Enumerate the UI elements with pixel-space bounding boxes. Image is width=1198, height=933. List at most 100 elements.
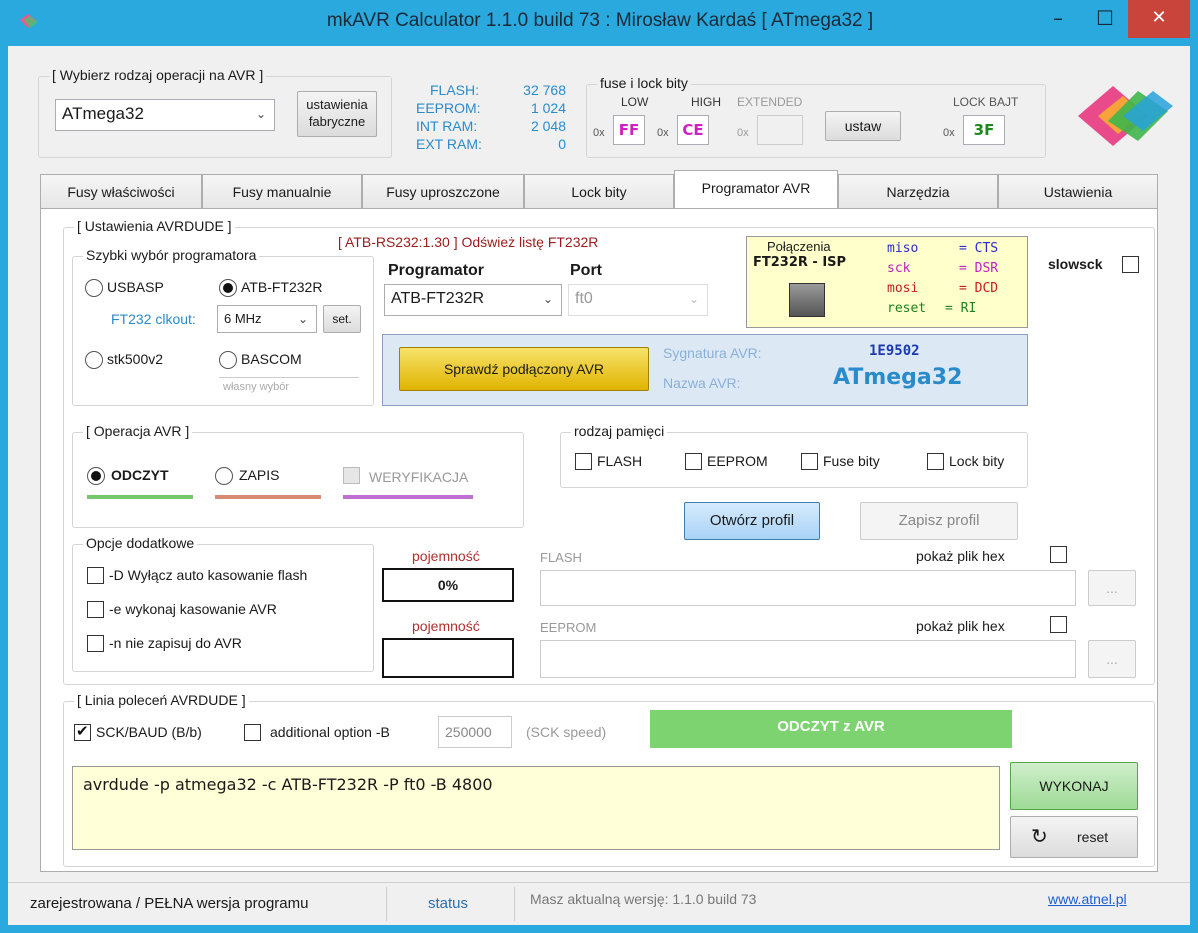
verify-checkbox[interactable] [343,467,360,484]
device-info-text[interactable]: [ ATB-RS232:1.30 ] Odśwież listę FT232R [338,234,598,250]
memory-lock-checkbox[interactable] [927,453,944,470]
option-n-checkbox[interactable] [87,635,104,652]
programmer-select[interactable]: ATB-FT232R ⌄ [384,284,562,316]
avr-name-value: ATmega32 [833,365,963,390]
slowsck-checkbox[interactable] [1122,256,1139,273]
radio-bascom[interactable] [219,351,237,369]
additional-option-label: additional option -B [270,724,390,740]
flash-browse-button[interactable]: ... [1088,570,1136,606]
signature-label: Sygnatura AVR: [663,345,762,361]
programmer-label: Programator [388,262,485,279]
option-n-label: -n nie zapisuj do AVR [109,635,242,651]
execute-button[interactable]: WYKONAJ [1010,762,1138,810]
tab-lock-bits[interactable]: Lock bity [524,174,674,208]
tab-fuse-manual[interactable]: Fusy manualnie [202,174,362,208]
conn-sig-sck: = DSR [959,261,999,276]
avr-operation-group: [ Operacja AVR ] ODCZYT ZAPIS WERYFIKACJ… [72,423,524,528]
memory-lock-label: Lock bity [949,453,1005,469]
radio-usbasp[interactable] [85,279,103,297]
additional-option-checkbox[interactable] [244,724,261,741]
minimize-button[interactable]: – [1035,0,1081,38]
extram-size-label: EXT RAM: [416,136,482,152]
flash-size-label: FLASH: [430,82,480,98]
signature-panel: Sprawdź podłączony AVR Sygnatura AVR: 1E… [382,334,1028,406]
tab-fuse-simplified[interactable]: Fusy uproszczone [362,174,524,208]
reset-button[interactable]: ↻ reset [1010,816,1138,858]
factory-settings-button[interactable]: ustawienia fabryczne [297,91,377,137]
radio-usbasp-label: USBASP [107,279,164,295]
verify-indicator-bar [343,495,473,499]
high-fuse-input[interactable]: CE [677,115,709,145]
sck-baud-checkbox[interactable] [74,722,91,741]
radio-atb-ft232r[interactable] [219,279,237,297]
radio-write[interactable] [215,467,233,485]
website-link[interactable]: www.atnel.pl [1048,891,1127,907]
eeprom-size-label: EEPROM: [416,100,481,116]
avrdude-settings-group: [ Ustawienia AVRDUDE ] [ ATB-RS232:1.30 … [63,218,1155,685]
divider [514,887,515,921]
flash-file-label: FLASH [540,550,582,565]
set-clkout-button[interactable]: set. [323,305,361,333]
tab-settings[interactable]: Ustawienia [998,174,1158,208]
conn-sig-miso: = CTS [959,241,999,256]
eeprom-file-input[interactable] [540,640,1076,678]
divider [219,377,359,378]
eeprom-file-label: EEPROM [540,620,597,635]
tab-programmer-avr[interactable]: Programator AVR [674,170,838,210]
radio-read[interactable] [87,467,105,485]
sck-speed-label: (SCK speed) [526,724,607,740]
open-profile-button[interactable]: Otwórz profil [684,502,820,540]
option-d-checkbox[interactable] [87,567,104,584]
radio-stk500v2[interactable] [85,351,103,369]
chevron-down-icon: ⌄ [297,312,308,326]
tab-tools[interactable]: Narzędzia [838,174,998,208]
clkout-select[interactable]: 6 MHz ⌄ [217,305,317,333]
reset-button-label: reset [1077,829,1109,845]
memory-type-group: rodzaj pamięci FLASH EEPROM Fuse bity Lo… [560,423,1028,488]
flash-file-input[interactable] [540,570,1076,606]
group-title: rodzaj pamięci [571,423,668,439]
extended-fuse-input[interactable] [757,115,803,145]
conn-pin-mosi: mosi [887,281,919,296]
intram-size-label: INT RAM: [416,118,478,134]
sck-baud-label: SCK/BAUD (B/b) [96,724,202,740]
status-bar: zarejestrowana / PEŁNA wersja programu s… [8,882,1190,925]
port-value: ft0 [575,290,593,307]
close-button[interactable]: ✕ [1128,0,1190,38]
option-e-checkbox[interactable] [87,601,104,618]
connections-subtitle: FT232R - ISP [753,255,847,270]
group-title: [ Ustawienia AVRDUDE ] [74,218,235,234]
set-fuses-button[interactable]: ustaw [825,111,901,141]
tab-fuse-properties[interactable]: Fusy właściwości [40,174,202,208]
port-select[interactable]: ft0 ⌄ [568,284,708,316]
flash-size-value: 32 768 [523,82,566,98]
low-fuse-input[interactable]: FF [613,115,645,145]
avr-name-label: Nazwa AVR: [663,375,741,391]
radio-read-label: ODCZYT [111,467,169,483]
chevron-down-icon: ⌄ [688,292,699,306]
slowsck-label: slowsck [1048,256,1103,272]
check-avr-button[interactable]: Sprawdź podłączony AVR [399,347,649,391]
clkout-label: FT232 clkout: [111,311,196,327]
app-logo-icon [1078,86,1173,146]
app-logo-icon [20,14,38,28]
memory-fuse-checkbox[interactable] [801,453,818,470]
port-label: Port [570,262,602,279]
conn-pin-sck: sck [887,261,911,276]
memory-flash-checkbox[interactable] [575,453,592,470]
flash-show-hex-checkbox[interactable] [1050,546,1067,563]
eeprom-show-hex-checkbox[interactable] [1050,616,1067,633]
divider [386,887,387,921]
eeprom-browse-button[interactable]: ... [1088,640,1136,678]
conn-pin-miso: miso [887,241,919,256]
title-bar[interactable]: mkAVR Calculator 1.1.0 build 73 : Mirosł… [0,0,1198,46]
save-profile-button[interactable]: Zapisz profil [860,502,1018,540]
extra-options-group: Opcje dodatkowe -D Wyłącz auto kasowanie… [72,535,374,672]
chip-select[interactable]: ATmega32 ⌄ [55,99,275,131]
radio-stk-label: stk500v2 [107,351,164,367]
maximize-button[interactable]: ☐ [1082,0,1128,38]
lock-byte-input[interactable]: 3F [963,115,1005,145]
command-text-area[interactable]: avrdude -p atmega32 -c ATB-FT232R -P ft0… [72,766,1000,850]
memory-eeprom-checkbox[interactable] [685,453,702,470]
baud-value-input[interactable]: 250000 [438,716,512,748]
